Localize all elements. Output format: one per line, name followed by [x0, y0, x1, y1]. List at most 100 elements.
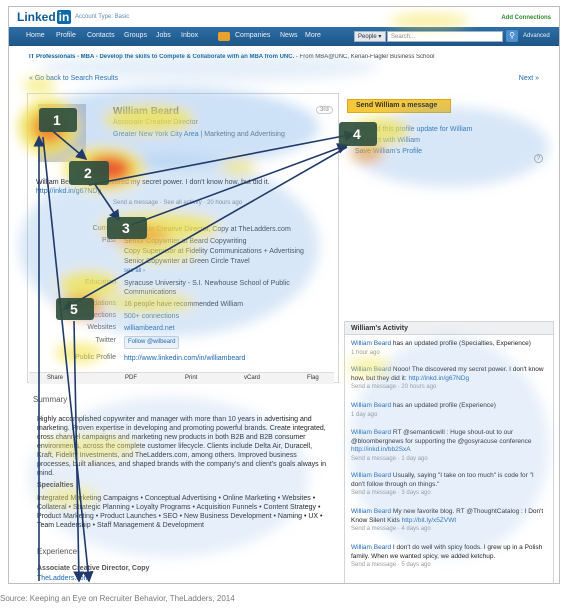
activity-meta: Send a message · 1 day ago [351, 455, 428, 462]
status-author: William Beard [36, 179, 81, 186]
nav-jobs[interactable]: Jobs [156, 32, 171, 39]
row-label-public-profile: Public Profile [75, 354, 116, 361]
nav-profile[interactable]: Profile [56, 32, 76, 39]
activity-actor[interactable]: William Beard [351, 544, 391, 551]
experience-company[interactable]: TheLadders.com [37, 575, 90, 582]
account-type: Account Type: Basic [75, 14, 130, 20]
forward-profile-link[interactable]: Forward this profile update for William [355, 126, 473, 133]
profile-headline: Associate Creative Director [113, 119, 198, 126]
activity-title: William's Activity [345, 322, 553, 335]
ad-title: IT Professionals - MBA - Develop the ski… [29, 54, 295, 60]
connect-link[interactable]: Connect with William [355, 137, 420, 144]
activity-link[interactable]: http://inkd.in/g67NDg [408, 375, 469, 382]
search-icon[interactable]: ⚲ [506, 30, 518, 42]
search-scope-dropdown[interactable]: People ▾ [354, 31, 386, 42]
send-message-button[interactable]: Send William a message [347, 99, 451, 113]
profile-action-bar: Share PDF Print vCard Flag [29, 372, 334, 384]
row-label-education: Education [84, 279, 116, 286]
activity-meta: 1 hour ago [351, 349, 380, 356]
specialties-text: Integrated Marketing Campaigns • Concept… [37, 495, 323, 529]
activity-actor[interactable]: William Beard [351, 508, 391, 515]
experience-title: Experience [37, 547, 78, 556]
inbox-count-badge [218, 32, 230, 41]
profile-name: William Beard [113, 106, 180, 117]
nav-companies[interactable]: Companies [235, 32, 270, 39]
activity-meta: Send a message · 5 days ago [351, 562, 431, 568]
activity-text: has an updated profile (Experience) [391, 402, 496, 409]
row-label-twitter: Twitter [95, 337, 116, 344]
activity-actor[interactable]: William Beard [351, 429, 391, 436]
logo-text: Linked [17, 10, 56, 24]
row-past-1: Senior Copywriter at Beard Copywriting [124, 238, 247, 245]
help-icon[interactable]: ? [534, 154, 543, 163]
nav-news[interactable]: News [280, 32, 298, 39]
activity-meta: Send a message · 20 hours ago [351, 384, 437, 390]
back-to-search-link[interactable]: « Go back to Search Results [29, 75, 118, 82]
specialties-title: Specialties [37, 482, 74, 489]
connection-degree-badge: 3rd [316, 106, 333, 114]
row-twitter: Follow @wilbeard [124, 336, 329, 349]
activity-item: William Beard has an updated profile (Sp… [351, 340, 549, 357]
row-label-websites: Websites [87, 324, 116, 331]
row-recommendations[interactable]: 16 people have recommended William [124, 300, 329, 309]
row-label-recommendations: Recommendations [57, 300, 116, 307]
row-label-current: Current [92, 225, 116, 232]
row-connections[interactable]: 500+ connections [124, 312, 329, 321]
summary-text: Highly accomplished copywriter and manag… [37, 416, 327, 477]
activity-actor[interactable]: William Beard [351, 402, 391, 409]
row-label-past: Past [101, 237, 116, 244]
see-all-link[interactable]: see all › [124, 267, 329, 276]
top-bar: Linked in Account Type: Basic Add Connect… [9, 7, 559, 27]
pdf-button[interactable]: PDF [125, 375, 137, 381]
status-update: William Beard The discovered my secret p… [36, 178, 321, 196]
activity-actor[interactable]: William Beard [351, 472, 391, 479]
share-button[interactable]: Share [47, 375, 63, 381]
nav-inbox[interactable]: Inbox [181, 32, 198, 39]
add-connections-link[interactable]: Add Connections [501, 15, 551, 21]
row-websites[interactable]: williambeard.net [124, 324, 329, 333]
activity-item: William Beard I don't do well with spicy… [351, 544, 549, 570]
search-input[interactable]: Search... [387, 31, 503, 42]
activity-item: William Beard My new favorite blog. RT @… [351, 508, 549, 534]
activity-meta: 1 day ago [351, 411, 378, 418]
activity-actor[interactable]: William Beard [351, 340, 391, 347]
experience-job-title: Associate Creative Director, Copy [37, 565, 150, 572]
advanced-search-link[interactable]: Advanced [523, 33, 550, 39]
twitter-follow-button[interactable]: Follow @wilbeard [124, 336, 180, 349]
status-meta: Send a message · See all activity · 20 h… [113, 200, 243, 206]
nav-contacts[interactable]: Contacts [87, 32, 115, 39]
status-link[interactable]: http://inkd.in/g67NDg [36, 188, 101, 195]
activity-link[interactable]: http://inkd.in/bb2SxA [351, 446, 411, 453]
linkedin-logo[interactable]: Linked in [17, 10, 72, 24]
flag-button[interactable]: Flag [307, 375, 319, 381]
logo-in: in [56, 10, 72, 24]
nav-more[interactable]: More [305, 32, 321, 39]
activity-meta: Send a message · 4 days ago [351, 526, 431, 532]
sponsored-ad[interactable]: IT Professionals - MBA - Develop the ski… [29, 54, 554, 60]
activity-item: William Beard has an updated profile (Ex… [351, 402, 549, 419]
save-profile-link[interactable]: Save William's Profile [355, 148, 422, 155]
row-past-3: Senior Copywriter at Green Circle Travel [124, 258, 250, 265]
profile-photo [38, 104, 86, 162]
industry-text: | Marketing and Advertising [198, 131, 285, 138]
activity-panel: William's Activity William Beard has an … [344, 321, 554, 583]
activity-link[interactable]: http://bit.ly/x5ZVWt [402, 517, 457, 524]
activity-item: William Beard RT @semanticwill : Huge sh… [351, 429, 549, 463]
source-caption: Source: Keeping an Eye on Recruiter Beha… [0, 594, 235, 603]
status-text: The discovered my secret power. I don't … [81, 179, 270, 186]
row-current: Associate Creative Director, Copy at The… [124, 226, 291, 233]
row-education[interactable]: Syracuse University - S.I. Newhouse Scho… [124, 279, 329, 297]
row-label-connections: Connections [77, 312, 116, 319]
location-link[interactable]: Greater New York City Area [113, 131, 199, 138]
vcard-button[interactable]: vCard [244, 375, 260, 381]
activity-actor[interactable]: William Beard [351, 366, 391, 373]
row-past-2: Copy Supervisor at Fidelity Communicatio… [124, 248, 304, 255]
print-button[interactable]: Print [185, 375, 197, 381]
profile-location: Greater New York City Area | Marketing a… [113, 131, 285, 138]
ad-source: - From MBA@UNC, Kenan-Flagler Business S… [294, 54, 435, 60]
next-link[interactable]: Next » [519, 75, 539, 82]
nav-groups[interactable]: Groups [124, 32, 147, 39]
nav-home[interactable]: Home [26, 32, 45, 39]
row-public-profile[interactable]: http://www.linkedin.com/in/williambeard [124, 354, 329, 363]
screenshot-frame: Linked in Account Type: Basic Add Connect… [8, 6, 560, 584]
